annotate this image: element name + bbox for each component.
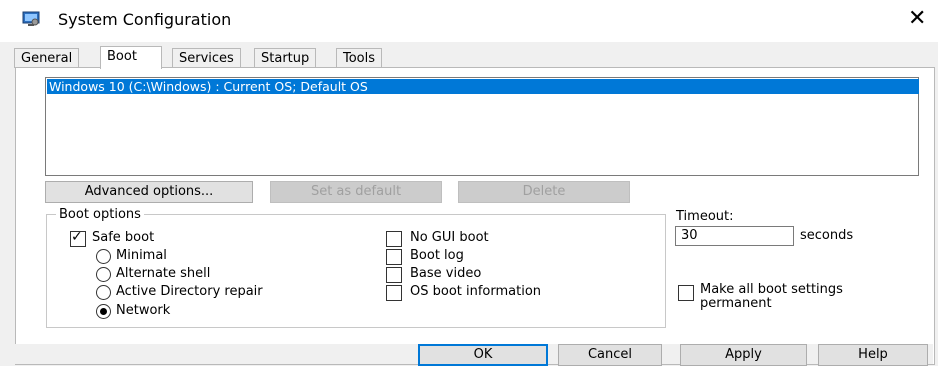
tab-tools[interactable]: Tools (336, 48, 383, 68)
minimal-label: Minimal (116, 248, 167, 263)
alternate-shell-radio[interactable] (96, 267, 111, 282)
os-boot-information-label: OS boot information (410, 284, 542, 299)
network-radio[interactable] (96, 304, 111, 319)
set-as-default-button[interactable]: Set as default (270, 181, 442, 203)
help-button[interactable]: Help (818, 344, 928, 366)
alternate-shell-label: Alternate shell (116, 266, 211, 281)
close-icon[interactable]: ✕ (908, 8, 926, 30)
os-boot-information-checkbox[interactable] (386, 285, 402, 301)
make-permanent-label-line2: permanent (700, 296, 772, 311)
window-title: System Configuration (58, 10, 232, 29)
os-list-item[interactable]: Windows 10 (C:\Windows) : Current OS; De… (47, 79, 919, 94)
active-directory-repair-radio[interactable] (96, 285, 111, 300)
ok-button[interactable]: OK (418, 344, 548, 366)
apply-button[interactable]: Apply (680, 344, 807, 366)
timeout-label: Timeout: (676, 209, 734, 224)
make-permanent-label: Make all boot settings permanent (700, 283, 843, 311)
delete-button[interactable]: Delete (458, 181, 630, 203)
make-permanent-label-line1: Make all boot settings (700, 282, 843, 297)
no-gui-boot-checkbox[interactable] (386, 231, 402, 247)
boot-log-checkbox[interactable] (386, 249, 402, 265)
no-gui-boot-label: No GUI boot (410, 230, 489, 245)
tab-boot[interactable]: Boot (100, 46, 162, 69)
base-video-label: Base video (410, 266, 482, 281)
boot-options-label: Boot options (56, 207, 144, 222)
tab-services[interactable]: Services (172, 48, 241, 68)
timeout-unit-label: seconds (800, 228, 854, 243)
tab-general[interactable]: General (14, 48, 80, 68)
os-list[interactable]: Windows 10 (C:\Windows) : Current OS; De… (45, 77, 919, 176)
tab-strip: General Boot Services Startup Tools (14, 46, 934, 69)
boot-log-label: Boot log (410, 248, 464, 263)
system-configuration-icon (22, 11, 40, 26)
cancel-button[interactable]: Cancel (558, 344, 662, 366)
network-label: Network (116, 303, 171, 318)
base-video-checkbox[interactable] (386, 267, 402, 283)
active-directory-repair-label: Active Directory repair (116, 284, 263, 299)
make-permanent-checkbox[interactable] (678, 285, 694, 301)
timeout-input[interactable] (675, 226, 794, 246)
advanced-options-button[interactable]: Advanced options... (45, 181, 253, 203)
tab-startup[interactable]: Startup (254, 48, 317, 68)
safe-boot-checkbox[interactable] (70, 229, 86, 247)
safe-boot-label: Safe boot (92, 230, 155, 245)
minimal-radio[interactable] (96, 249, 111, 264)
